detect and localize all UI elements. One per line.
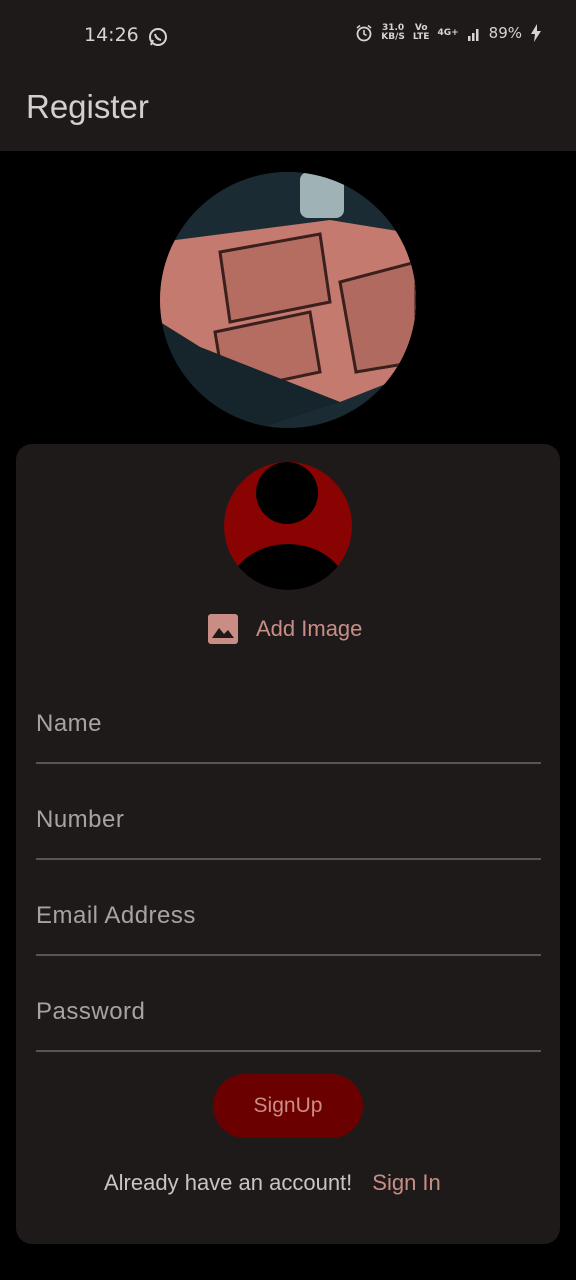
net-speed-unit: KB/S: [381, 32, 405, 42]
password-field-label: Password: [36, 998, 146, 1025]
name-field[interactable]: Name: [36, 700, 541, 764]
battery-level: 89%: [488, 24, 522, 42]
user-avatar-icon[interactable]: [224, 462, 352, 590]
already-account-text: Already have an account!: [104, 1170, 353, 1195]
hero-image: [160, 172, 416, 428]
image-icon: [208, 614, 238, 644]
number-field-label: Number: [36, 806, 125, 833]
register-card: Add Image Name Number Email Address Pass…: [16, 444, 560, 1244]
password-field[interactable]: Password: [36, 988, 541, 1052]
whatsapp-icon: [149, 28, 167, 46]
add-image-label: Add Image: [256, 616, 363, 641]
net-speed: 31.0 KB/S: [381, 24, 405, 42]
signup-button[interactable]: SignUp: [213, 1074, 363, 1138]
email-field[interactable]: Email Address: [36, 892, 541, 956]
status-time: 14:26: [84, 24, 139, 46]
signin-prompt: Already have an account! Sign In: [104, 1170, 441, 1196]
email-field-label: Email Address: [36, 902, 196, 929]
signin-link[interactable]: Sign In: [372, 1170, 441, 1196]
name-field-label: Name: [36, 710, 103, 737]
add-image-button[interactable]: Add Image: [208, 614, 362, 644]
number-field[interactable]: Number: [36, 796, 541, 860]
app-bar: Register: [0, 74, 576, 151]
page-title: Register: [26, 88, 149, 125]
signal-icon: [467, 29, 479, 41]
alarm-icon: [356, 24, 372, 42]
avatar-head: [256, 462, 318, 524]
status-indicators: 31.0 KB/S Vo LTE 4G+ 89%: [355, 24, 542, 42]
charging-icon: [531, 24, 541, 42]
ticket-photo: [160, 172, 416, 428]
avatar-body: [228, 544, 348, 590]
volte-bottom: LTE: [412, 32, 430, 42]
volte-indicator: Vo LTE: [413, 24, 430, 42]
network-type: 4G+: [437, 27, 459, 38]
status-bar: 14:26 31.0 KB/S Vo LTE 4G+ 89%: [0, 0, 576, 74]
